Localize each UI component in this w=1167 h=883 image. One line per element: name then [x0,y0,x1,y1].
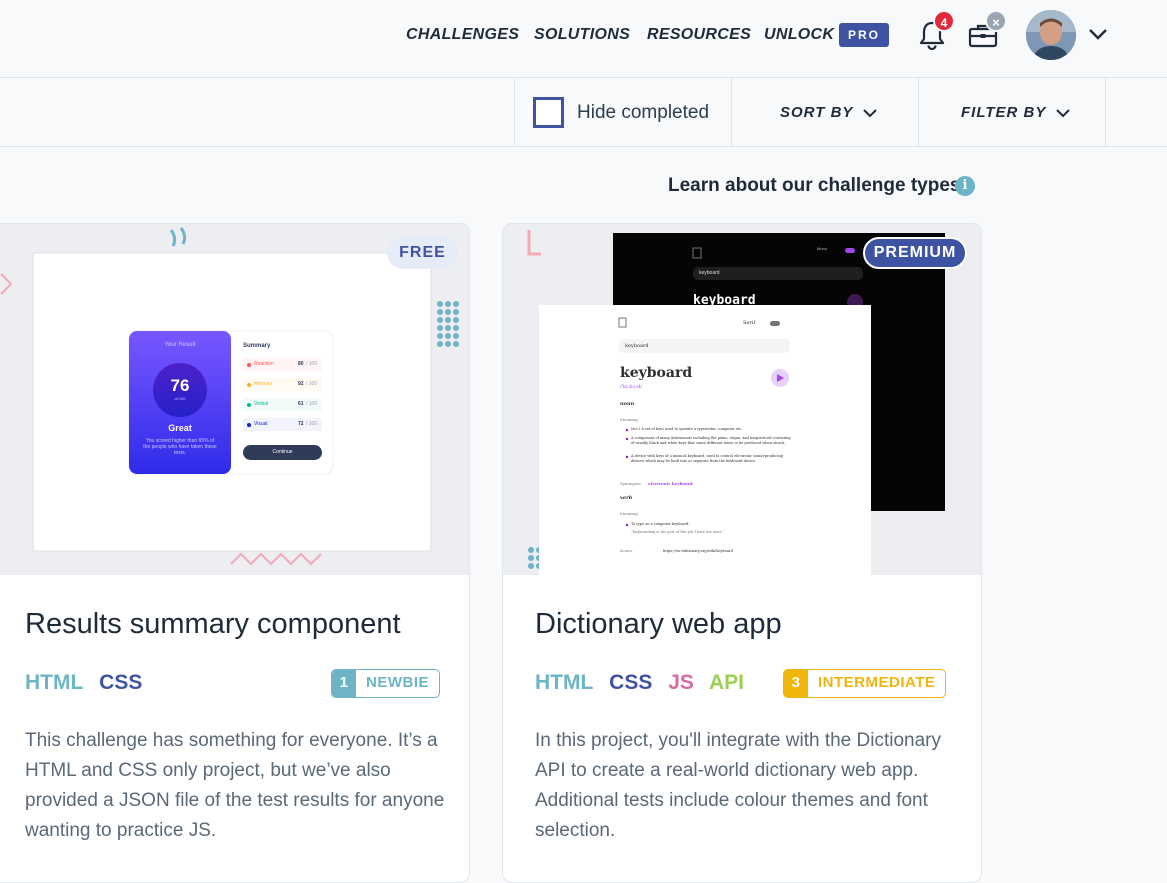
preview-verb-example: “Keyboarding is the part of this job I h… [631,530,725,534]
difficulty-label: NEWBIE [366,674,429,691]
decorative-shapes [0,227,459,566]
briefcase-dismiss-badge[interactable]: × [985,10,1007,32]
filter-by-dropdown[interactable]: FILTER BY [961,104,1071,121]
preview-search-term: keyboard [625,343,649,349]
preview-summary-total: / 100 [306,401,318,407]
pro-badge[interactable]: PRO [839,23,889,47]
divider [918,78,919,147]
preview-dark-font-select: Mono [817,246,828,251]
tag-css: CSS [609,671,653,694]
preview-summary-label: Visual [254,421,268,427]
preview-dark-search-term: keyboard [699,270,720,276]
divider [514,78,515,147]
divider [731,78,732,147]
nav-link-resources[interactable]: RESOURCES [647,26,751,44]
filter-bar: Hide completed SORT BY FILTER BY [0,78,1167,147]
preview-meaning-label: Meaning [620,511,638,516]
tag-js: JS [668,671,694,694]
preview-phonetic: /ˈkiːbɔːd/ [620,384,642,390]
preview-source-label: Source [620,549,633,553]
challenge-description: This challenge has something for everyon… [25,730,445,841]
preview-source-url: https://en.wiktionary.org/wiki/keyboard [663,549,733,553]
preview-summary-total: / 100 [306,381,318,387]
account-chevron-down-icon[interactable] [1088,27,1108,46]
preview-summary-score: 80 [298,361,304,367]
preview-summary-label: Verbal [254,401,269,407]
preview-meaning: A component of many instruments includin… [631,436,791,445]
preview-summary-total: / 100 [306,361,318,367]
language-tags: HTML CSS [25,671,152,695]
hide-completed-label[interactable]: Hide completed [577,102,709,124]
challenge-preview-image[interactable]: Your Result 76 of 100 Great You scored h… [0,224,469,575]
preview-grade: Great [168,423,192,433]
challenge-title[interactable]: Results summary component [25,608,401,641]
tag-html: HTML [25,671,84,694]
preview-verb-meaning: To type on a computer keyboard. [631,522,690,526]
nav-link-unlock[interactable]: UNLOCK [764,26,834,44]
difficulty-number: 3 [784,670,808,697]
divider [1105,78,1106,147]
difficulty-number: 1 [332,670,356,697]
chevron-down-icon [863,109,878,118]
chevron-down-icon [1056,109,1071,118]
preview-summary-score: 61 [298,401,304,407]
difficulty-badge: 1 NEWBIE [331,669,440,698]
difficulty-badge: 3 INTERMEDIATE [783,669,947,698]
challenge-card[interactable]: Mono keyboard keyboard Serif keyboard ke… [502,223,982,883]
decorative-shapes [527,230,945,575]
challenge-card[interactable]: Your Result 76 of 100 Great You scored h… [0,223,470,883]
premium-badge: PREMIUM [863,237,967,269]
preview-synonym: electronic keyboard [648,481,693,486]
free-badge: FREE [387,237,458,269]
hide-completed-checkbox[interactable] [533,97,564,128]
avatar[interactable] [1026,10,1076,60]
info-icon[interactable]: i [955,176,975,196]
preview-dark-word: keyboard [693,293,756,308]
language-tags: HTML CSS JS API [535,671,754,695]
sort-by-label: SORT BY [780,104,854,121]
sort-by-dropdown[interactable]: SORT BY [780,104,878,121]
preview-font-select: Serif [743,320,756,326]
tag-html: HTML [535,671,594,694]
preview-pos-noun: noun [620,401,635,407]
difficulty-label: INTERMEDIATE [818,674,936,691]
preview-summary-label: Reaction [254,361,274,367]
preview-result-text: You scored higher than 65% of the people… [143,438,217,456]
tag-css: CSS [99,671,143,694]
preview-summary-heading: Summary [243,343,271,349]
learn-challenge-types-link[interactable]: Learn about our challenge types [668,175,960,197]
notification-count-badge: 4 [933,10,955,32]
preview-synonyms-label: Synonyms [620,481,641,486]
preview-result-heading: Your Result [164,342,196,348]
preview-summary-score: 72 [298,421,304,427]
preview-score-of: of 100 [174,396,186,401]
preview-summary-total: / 100 [306,421,318,427]
preview-word: keyboard [620,365,693,381]
top-nav: CHALLENGES SOLUTIONS RESOURCES UNLOCK PR… [0,0,1167,78]
nav-link-challenges[interactable]: CHALLENGES [406,26,519,44]
preview-score: 76 [170,376,190,395]
tag-api: API [708,671,744,694]
preview-meaning: A device with keys of a musical keyboard… [631,454,784,463]
preview-summary-score: 92 [298,381,304,387]
challenge-title[interactable]: Dictionary web app [535,608,782,641]
preview-continue-button: Continue [272,449,293,455]
challenge-preview-image[interactable]: Mono keyboard keyboard Serif keyboard ke… [503,224,981,575]
preview-meaning: (etc.) A set of keys used to operate a t… [631,427,743,431]
filter-by-label: FILTER BY [961,104,1047,121]
nav-link-solutions[interactable]: SOLUTIONS [534,26,630,44]
preview-summary-label: Memory [254,381,273,387]
challenge-description: In this project, you'll integrate with t… [535,730,941,841]
preview-pos-verb: verb [620,495,633,501]
preview-meaning-label: Meaning [620,417,638,422]
